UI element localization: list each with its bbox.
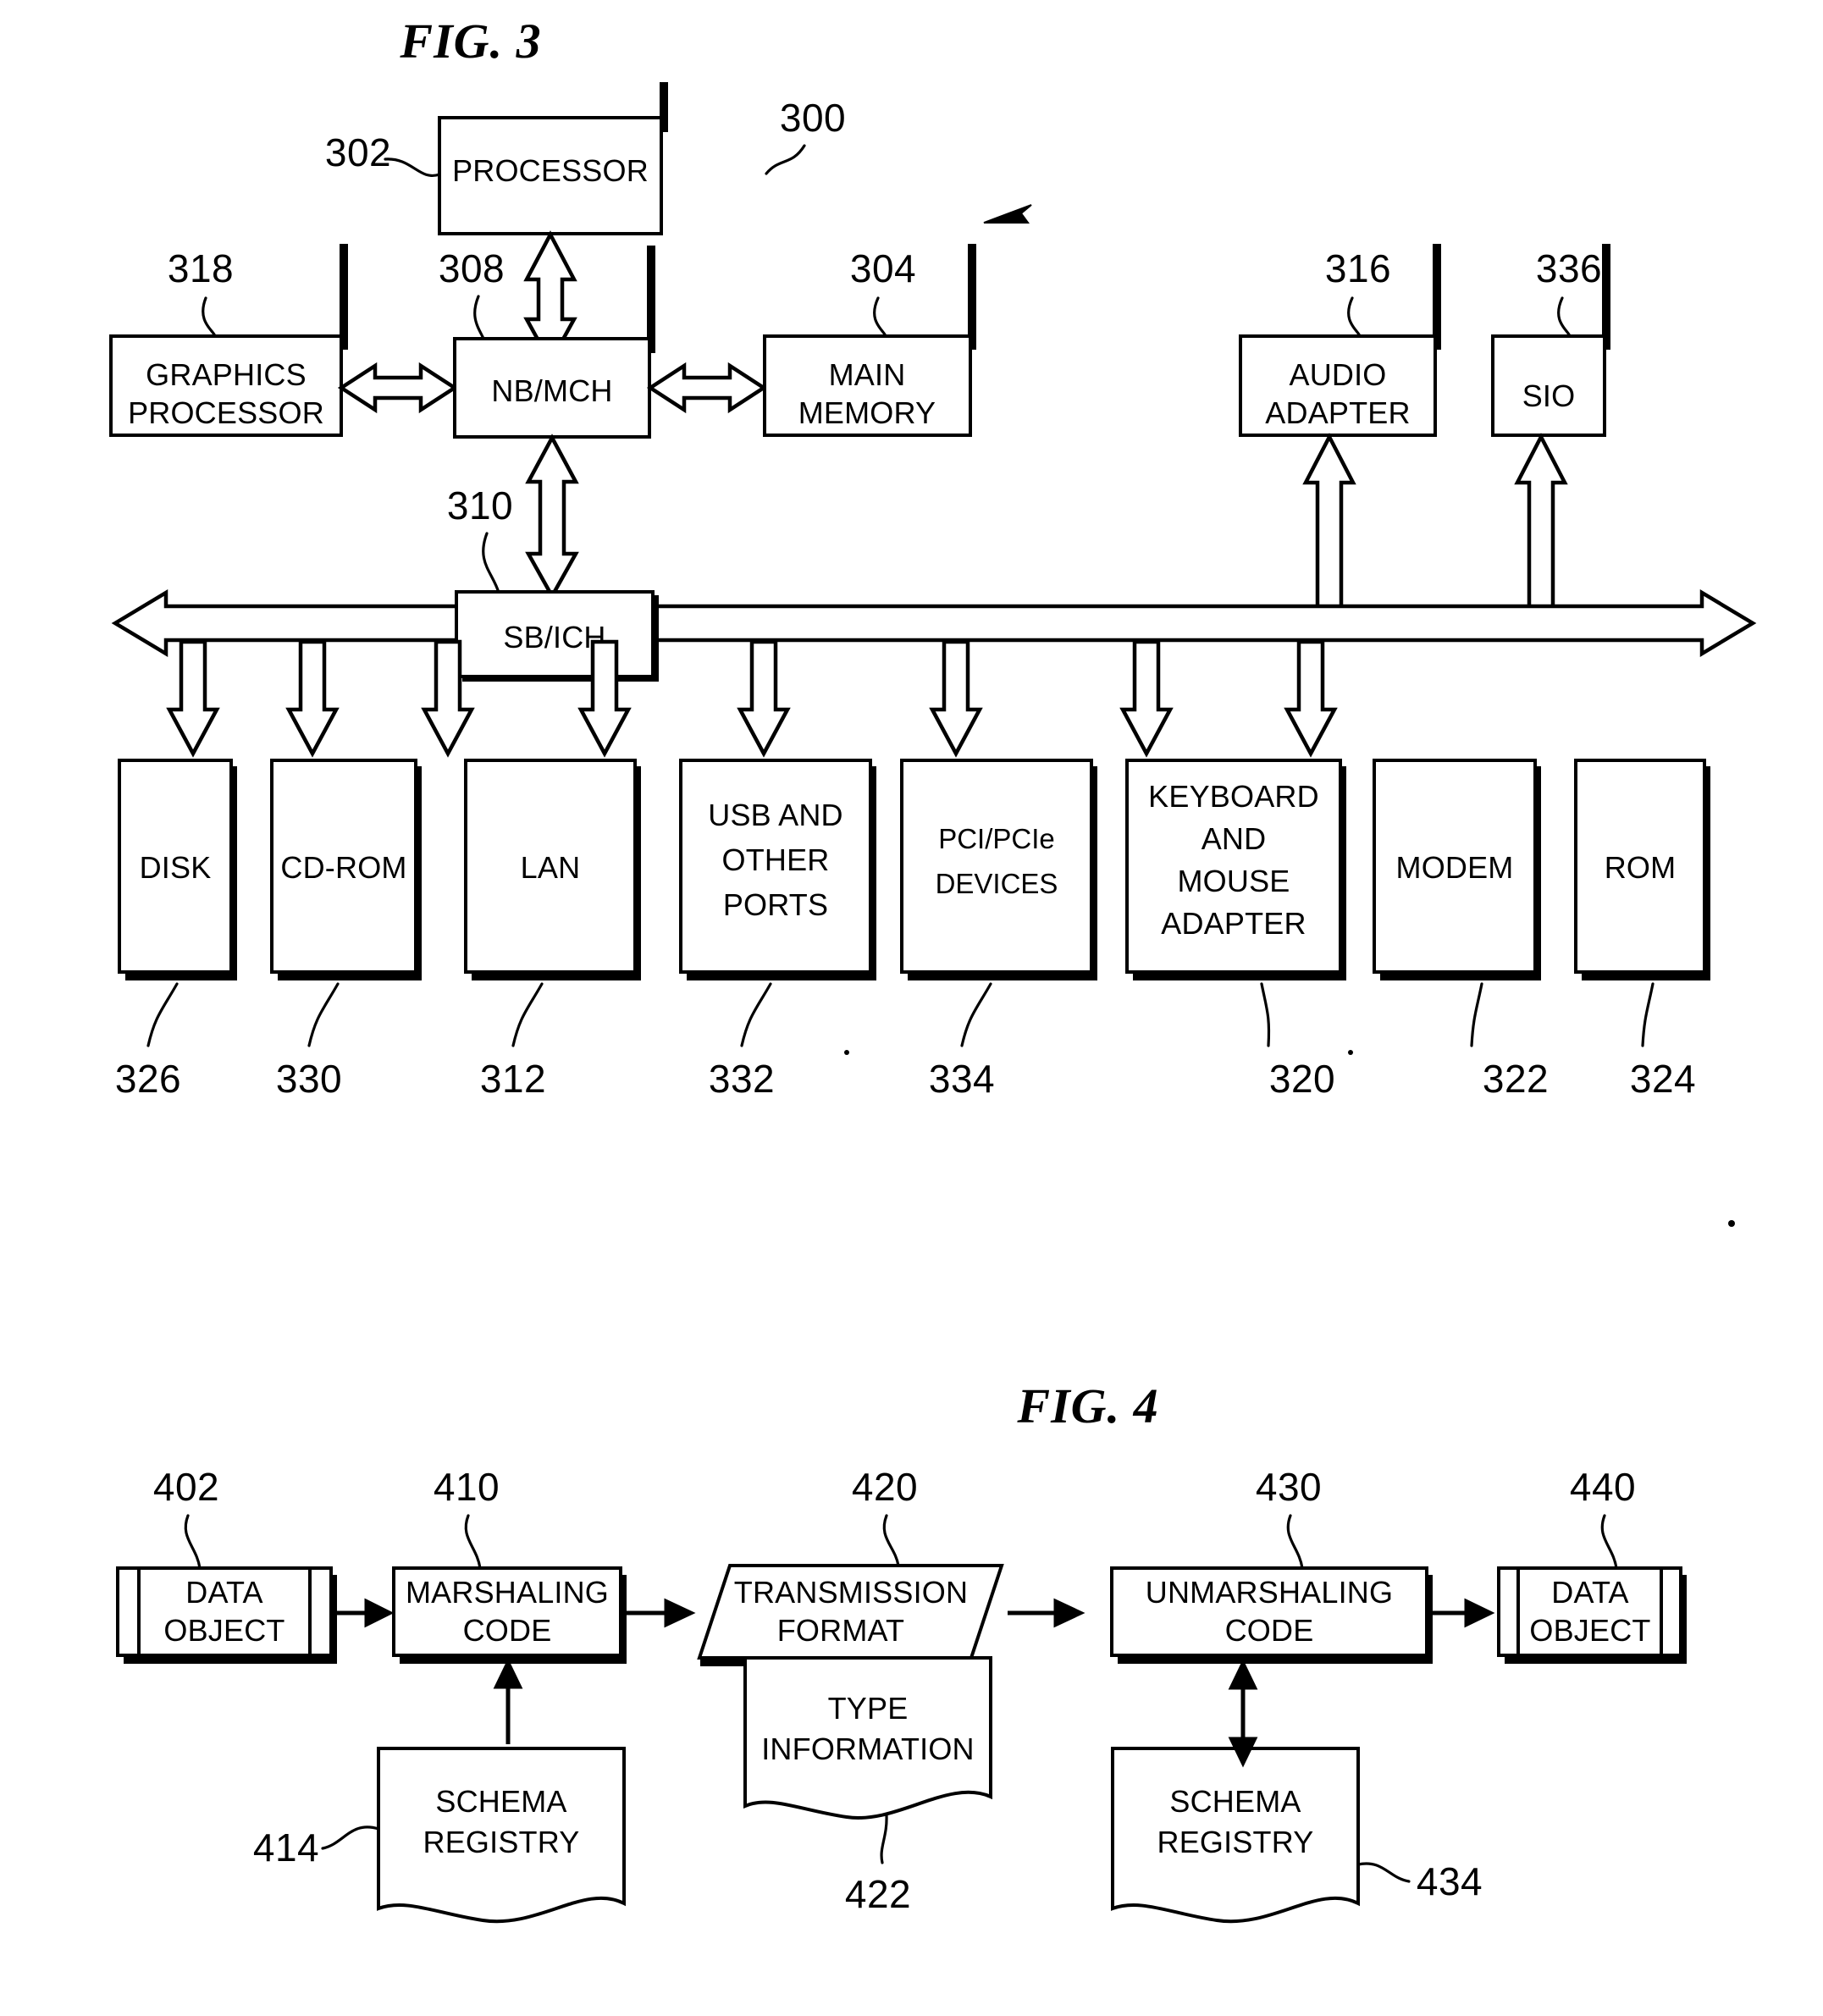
ref-440: 440 [1570,1465,1636,1509]
ref-334: 334 [929,1057,995,1101]
figure-4-title: FIG. 4 [1016,1378,1158,1433]
node-data-object-out: DATA OBJECT [1497,1566,1687,1664]
node-keyboard-label-3: MOUSE [1177,864,1290,898]
scan-artifact-dot-1 [844,1050,849,1055]
node-data-object-out-label-2: OBJECT [1529,1613,1650,1648]
node-unmarshaling-code-label-2: CODE [1225,1613,1314,1648]
ref-332: 332 [709,1057,775,1101]
node-keyboard: KEYBOARD AND MOUSE ADAPTER [1125,759,1346,980]
ref-430: 430 [1256,1465,1322,1509]
node-marshaling-code: MARSHALING CODE [392,1566,627,1664]
node-sio-label: SIO [1522,378,1576,413]
node-sbich-label: SB/ICH [503,620,605,655]
node-marshaling-code-label-1: MARSHALING [406,1575,609,1610]
node-processor-label: PROCESSOR [452,153,649,188]
node-unmarshaling-code: UNMARSHALING CODE [1110,1566,1433,1664]
node-unmarshaling-code-label-1: UNMARSHALING [1146,1575,1393,1610]
ref-336: 336 [1536,246,1602,290]
node-nbmch-label: NB/MCH [491,373,612,408]
node-data-object-in-label-1: DATA [185,1575,262,1610]
ref-302: 302 [325,130,391,174]
ref-324: 324 [1630,1057,1696,1101]
node-graphics-processor-label-2: PROCESSOR [128,395,324,430]
ref-316: 316 [1325,246,1391,290]
scan-artifact-dot-2 [1348,1050,1353,1055]
node-cdrom-label: CD-ROM [280,850,406,885]
node-data-object-in-label-2: OBJECT [163,1613,284,1648]
ref-308: 308 [439,246,505,290]
node-modem: MODEM [1373,759,1541,980]
node-sbich: SB/ICH [455,590,659,682]
node-main-memory-label-2: MEMORY [798,395,936,430]
node-transmission-format-label-1: TRANSMISSION [734,1575,968,1610]
figure-3-title: FIG. 3 [399,14,541,69]
node-audio-adapter-label-2: ADAPTER [1265,395,1410,430]
node-keyboard-label-2: AND [1202,821,1267,856]
node-usb-label-2: OTHER [722,842,830,877]
ref-330: 330 [276,1057,342,1101]
node-audio-adapter-label-1: AUDIO [1289,357,1386,392]
ref-300: 300 [780,96,846,140]
patent-figure-sheet: FIG. 3 300 PROCESSOR 302 308 GRAPHICS PR… [0,0,1823,2016]
node-disk: DISK [118,759,237,980]
node-keyboard-label-4: ADAPTER [1161,906,1306,941]
node-cdrom: CD-ROM [270,759,422,980]
node-schema-registry-left-label-1: SCHEMA [435,1784,566,1819]
node-pci-label-2: DEVICES [936,868,1058,899]
node-keyboard-label-1: KEYBOARD [1148,779,1319,814]
node-data-object-out-label-1: DATA [1551,1575,1628,1610]
node-transmission-format: TRANSMISSION FORMAT [697,1564,1004,1666]
node-usb-label-1: USB AND [708,798,842,832]
node-type-information-label-1: TYPE [828,1691,909,1726]
ref-318: 318 [168,246,234,290]
node-usb: USB AND OTHER PORTS [679,759,876,980]
node-pci-label-1: PCI/PCIe [938,823,1055,854]
node-pci: PCI/PCIe DEVICES [900,759,1097,980]
node-marshaling-code-label-2: CODE [463,1613,552,1648]
node-main-memory-label-1: MAIN [829,357,906,392]
ref-320: 320 [1269,1057,1335,1101]
node-schema-registry-right-label-1: SCHEMA [1169,1784,1301,1819]
node-rom: ROM [1574,759,1710,980]
ref-434: 434 [1417,1859,1483,1903]
node-modem-label: MODEM [1396,850,1514,885]
ref-322: 322 [1483,1057,1549,1101]
ref-310: 310 [447,483,513,527]
node-schema-registry-right: SCHEMA REGISTRY [1111,1747,1360,1924]
ref-402: 402 [153,1465,219,1509]
node-graphics-processor-label-1: GRAPHICS [146,357,307,392]
node-disk-label: DISK [140,850,212,885]
node-schema-registry-right-label-2: REGISTRY [1157,1825,1314,1859]
node-lan-label: LAN [521,850,581,885]
node-lan: LAN [464,759,641,980]
ref-312: 312 [480,1057,546,1101]
ref-304: 304 [850,246,916,290]
node-usb-label-3: PORTS [723,887,828,922]
node-schema-registry-left-label-2: REGISTRY [423,1825,580,1859]
node-rom-label: ROM [1605,850,1677,885]
node-schema-registry-left: SCHEMA REGISTRY [377,1747,626,1924]
ref-326: 326 [115,1057,181,1101]
ref-422: 422 [845,1872,911,1916]
node-transmission-format-label-2: FORMAT [777,1613,905,1648]
ref-414: 414 [253,1825,319,1870]
node-type-information-label-2: INFORMATION [761,1732,975,1766]
ref-410: 410 [434,1465,500,1509]
scan-artifact-dot-3 [1728,1220,1735,1227]
node-type-information: TYPE INFORMATION [743,1656,992,1820]
ref-420: 420 [852,1465,918,1509]
node-data-object-in: DATA OBJECT [116,1566,337,1664]
